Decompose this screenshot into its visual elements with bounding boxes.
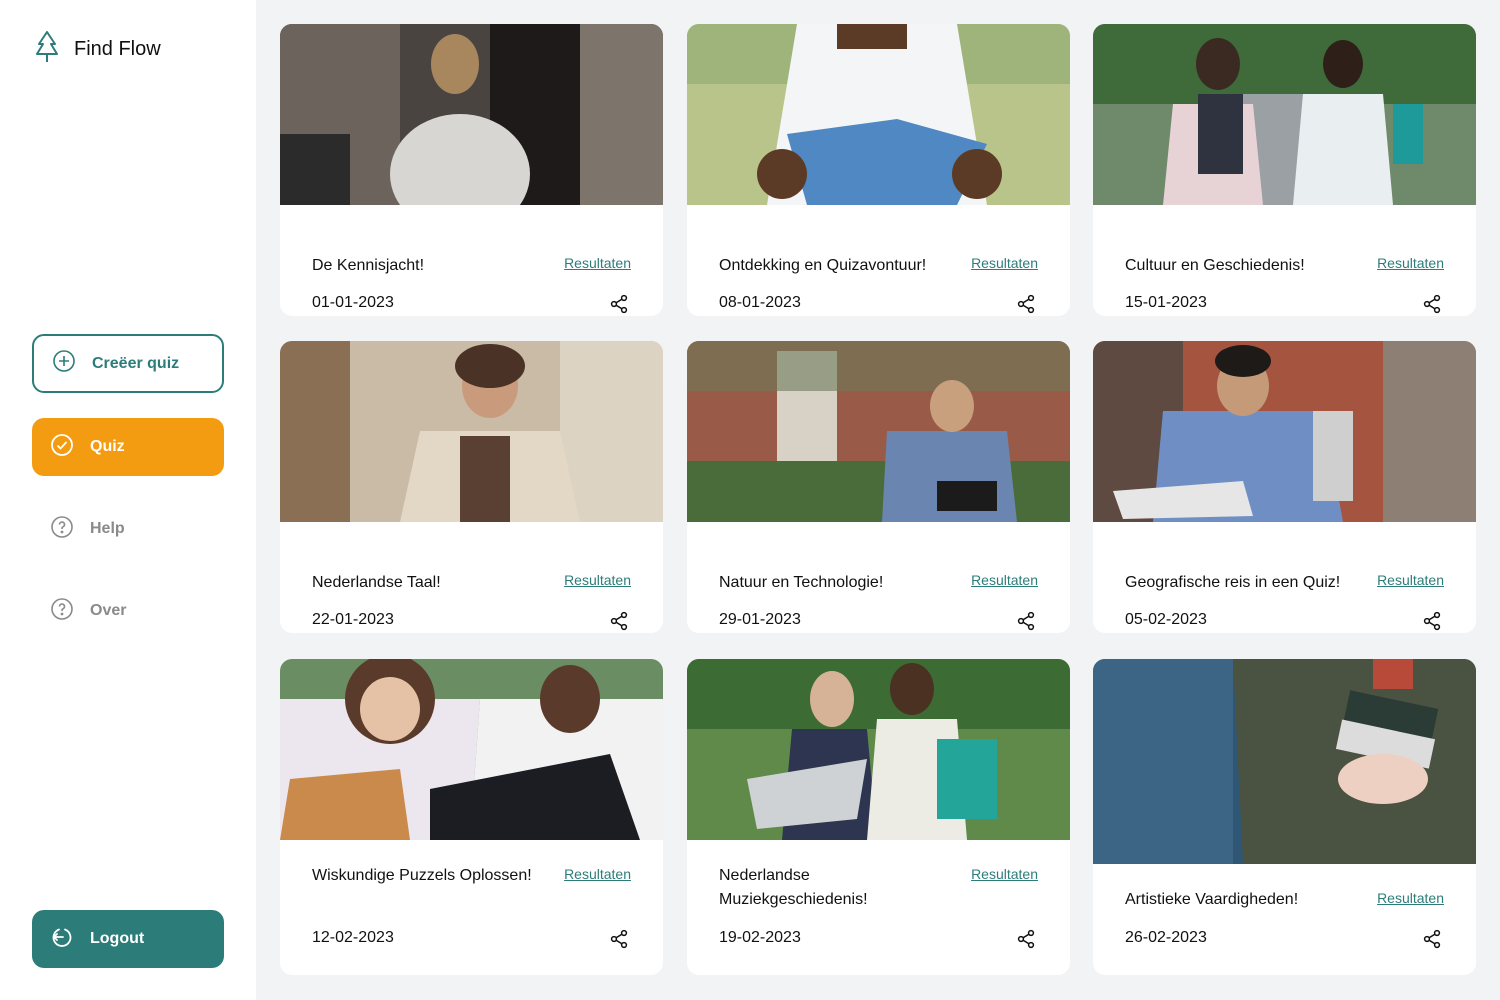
quiz-card[interactable]: Wiskundige Puzzels Oplossen! Resultaten … — [280, 659, 663, 975]
results-link[interactable]: Resultaten — [971, 572, 1038, 588]
logout-label: Logout — [90, 930, 145, 947]
quiz-card-image — [1093, 24, 1476, 205]
brand[interactable]: Find Flow — [34, 30, 161, 69]
quiz-card-title: Cultuur en Geschiedenis! — [1125, 257, 1305, 274]
logout-icon — [50, 925, 74, 954]
share-icon[interactable] — [1016, 294, 1036, 314]
quiz-card-image — [1093, 341, 1476, 522]
check-circle-icon — [50, 433, 74, 462]
results-link[interactable]: Resultaten — [971, 866, 1038, 882]
question-circle-icon — [50, 597, 74, 626]
results-link[interactable]: Resultaten — [1377, 255, 1444, 271]
nav-item-over[interactable]: Over — [32, 582, 224, 640]
quiz-card-date: 22-01-2023 — [312, 611, 394, 628]
nav-item-quiz-label: Quiz — [90, 438, 125, 455]
quiz-card-title: Ontdekking en Quizavontuur! — [719, 257, 927, 274]
quiz-card-date: 01-01-2023 — [312, 294, 394, 311]
quiz-card-image — [687, 341, 1070, 522]
quiz-card[interactable]: De Kennisjacht! Resultaten 01-01-2023 — [280, 24, 663, 316]
quiz-card[interactable]: Geografische reis in een Quiz! Resultate… — [1093, 341, 1476, 633]
quiz-card[interactable]: Natuur en Technologie! Resultaten 29-01-… — [687, 341, 1070, 633]
share-icon[interactable] — [1016, 611, 1036, 631]
share-icon[interactable] — [609, 611, 629, 631]
nav-item-over-label: Over — [90, 602, 127, 619]
quiz-card-title: Wiskundige Puzzels Oplossen! — [312, 867, 532, 884]
create-quiz-label: Creëer quiz — [92, 354, 180, 372]
nav-item-help-label: Help — [90, 520, 125, 537]
results-link[interactable]: Resultaten — [564, 866, 631, 882]
quiz-card[interactable]: Cultuur en Geschiedenis! Resultaten 15-0… — [1093, 24, 1476, 316]
quiz-card-title: Nederlandse Muziekgeschiedenis! — [719, 867, 868, 908]
quiz-card-image — [280, 24, 663, 205]
results-link[interactable]: Resultaten — [564, 255, 631, 271]
quiz-card-image — [280, 341, 663, 522]
quiz-card[interactable]: Nederlandse Muziekgeschiedenis! Resultat… — [687, 659, 1070, 975]
sidebar: Find Flow Creëer quiz Quiz Help Over Log… — [0, 0, 256, 1000]
tree-logo-icon — [34, 30, 60, 69]
results-link[interactable]: Resultaten — [1377, 572, 1444, 588]
share-icon[interactable] — [1016, 929, 1036, 949]
quiz-card-title: Natuur en Technologie! — [719, 574, 884, 591]
logout-button[interactable]: Logout — [32, 910, 224, 968]
create-quiz-button[interactable]: Creëer quiz — [32, 334, 224, 393]
results-link[interactable]: Resultaten — [1377, 890, 1444, 906]
quiz-card-title: Geografische reis in een Quiz! — [1125, 574, 1341, 591]
quiz-card-date: 08-01-2023 — [719, 294, 801, 311]
results-link[interactable]: Resultaten — [971, 255, 1038, 271]
share-icon[interactable] — [1422, 294, 1442, 314]
quiz-card-image — [687, 24, 1070, 205]
share-icon[interactable] — [609, 929, 629, 949]
quiz-card-image — [687, 659, 1070, 840]
quiz-card[interactable]: Ontdekking en Quizavontuur! Resultaten 0… — [687, 24, 1070, 316]
share-icon[interactable] — [1422, 929, 1442, 949]
plus-circle-icon — [52, 349, 76, 378]
quiz-card-date: 12-02-2023 — [312, 929, 394, 946]
quiz-card-title: Artistieke Vaardigheden! — [1125, 891, 1299, 908]
question-circle-icon — [50, 515, 74, 544]
nav-item-quiz[interactable]: Quiz — [32, 418, 224, 476]
share-icon[interactable] — [1422, 611, 1442, 631]
quiz-card-title: De Kennisjacht! — [312, 257, 425, 274]
quiz-card-date: 19-02-2023 — [719, 929, 801, 946]
quiz-card-date: 05-02-2023 — [1125, 611, 1207, 628]
quiz-card[interactable]: Artistieke Vaardigheden! Resultaten 26-0… — [1093, 659, 1476, 975]
quiz-card[interactable]: Nederlandse Taal! Resultaten 22-01-2023 — [280, 341, 663, 633]
share-icon[interactable] — [609, 294, 629, 314]
nav-item-help[interactable]: Help — [32, 500, 224, 558]
quiz-card-title: Nederlandse Taal! — [312, 574, 441, 591]
quiz-card-date: 15-01-2023 — [1125, 294, 1207, 311]
quiz-card-date: 26-02-2023 — [1125, 929, 1207, 946]
quiz-card-image — [280, 659, 663, 840]
quiz-card-date: 29-01-2023 — [719, 611, 801, 628]
quiz-card-image — [1093, 659, 1476, 864]
results-link[interactable]: Resultaten — [564, 572, 631, 588]
app-name: Find Flow — [74, 38, 161, 60]
